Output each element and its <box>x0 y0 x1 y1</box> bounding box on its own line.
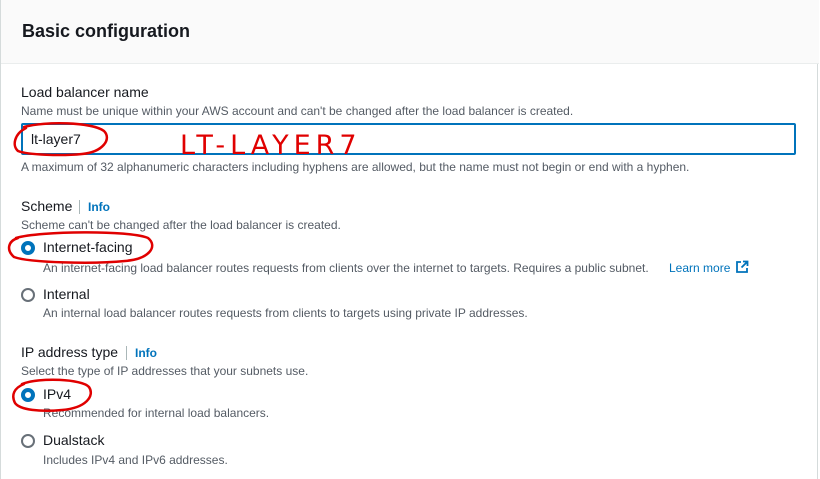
ipv4-label[interactable]: IPv4 <box>43 386 71 402</box>
scheme-info-link[interactable]: Info <box>79 200 110 214</box>
lb-name-label: Load balancer name <box>21 84 149 100</box>
lb-name-constraint: A maximum of 32 alphanumeric characters … <box>21 160 690 174</box>
panel-title: Basic configuration <box>22 21 191 41</box>
ip-type-label: IP address type <box>21 344 119 360</box>
scheme-label: Scheme <box>21 198 73 214</box>
internal-label[interactable]: Internal <box>43 286 90 302</box>
lb-name-input[interactable] <box>21 123 796 155</box>
ipv4-description: Recommended for internal load balancers. <box>43 406 270 420</box>
lb-name-description: Name must be unique within your AWS acco… <box>21 104 574 118</box>
dualstack-label[interactable]: Dualstack <box>43 432 104 448</box>
radio-internet-facing[interactable] <box>21 241 35 255</box>
panel-header: Basic configuration <box>1 0 819 64</box>
radio-internal[interactable] <box>21 288 35 302</box>
learn-more-link[interactable]: Learn more <box>669 261 730 275</box>
radio-ipv4[interactable] <box>21 388 35 402</box>
internal-description: An internal load balancer routes request… <box>43 306 528 320</box>
scheme-description: Scheme can't be changed after the load b… <box>21 218 341 232</box>
ip-type-info-link[interactable]: Info <box>126 346 157 360</box>
external-link-icon[interactable] <box>735 260 749 274</box>
dualstack-description: Includes IPv4 and IPv6 addresses. <box>43 453 228 467</box>
ip-type-description: Select the type of IP addresses that you… <box>21 364 309 378</box>
radio-dualstack[interactable] <box>21 434 35 448</box>
internet-facing-description: An internet-facing load balancer routes … <box>43 261 649 275</box>
internet-facing-label[interactable]: Internet-facing <box>43 239 133 255</box>
